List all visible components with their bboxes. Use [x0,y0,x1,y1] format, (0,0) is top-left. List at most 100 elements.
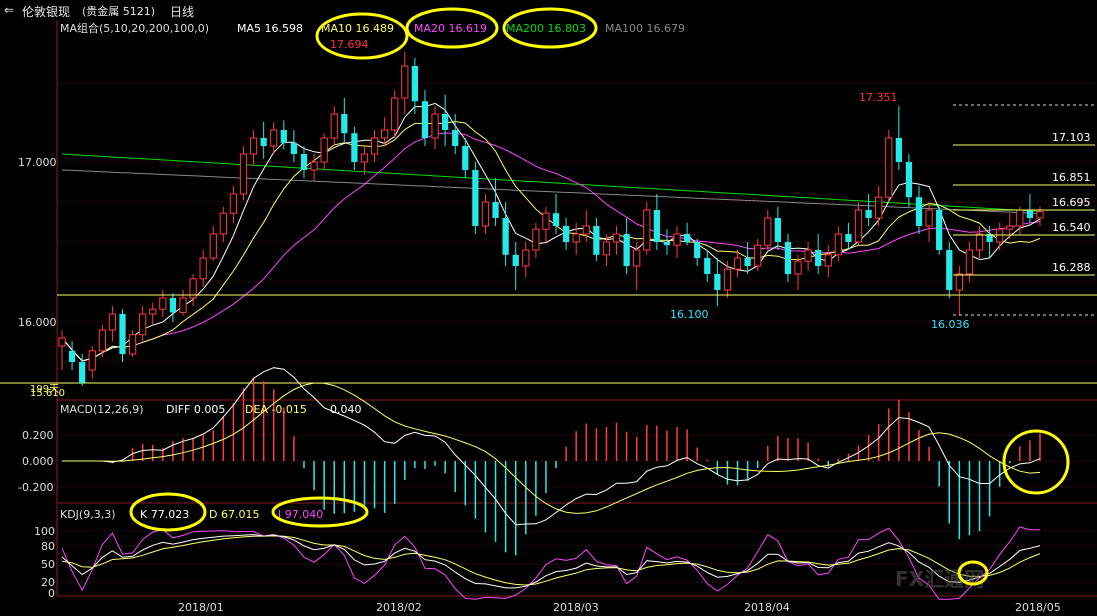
candle-up [330,113,338,139]
kdj-d-line [61,535,1041,586]
candle-up [98,329,106,352]
candle-up [875,196,883,219]
ma5-value: MA5 16.598 [237,22,303,35]
candle-up [996,228,1004,243]
candle-up [582,225,590,235]
candle-down [774,218,781,242]
candle-up [824,254,832,267]
kdj-k: K 77.023 [140,508,189,521]
candle-down [300,154,308,170]
candle-down [653,210,660,242]
highlight-circle-ma10 [315,12,409,60]
candle-down [784,242,792,274]
candle-down [744,258,751,266]
candle-down [562,226,570,242]
candle-up [532,228,540,251]
candle-down [421,101,429,138]
kdj-y-tick-100: 100 [34,525,55,538]
candle-up [381,129,389,139]
level-16288: 16.288 [1052,261,1091,274]
y-tick-16000: 16.000 [18,316,57,329]
candle-up [542,212,550,230]
kdj-j: J 97.040 [277,508,323,521]
candle-up [239,153,248,195]
highlight-circles [129,7,1070,586]
kdj-d: D 67.015 [209,508,259,521]
macd-diff-line [62,367,1041,526]
candle-up [391,97,399,131]
candle-down [1026,210,1034,218]
ma100-line [61,169,1041,214]
candle-down [915,197,923,226]
candle-down [79,362,86,383]
macd-y-tick-neg0200: -0.200 [18,481,53,494]
chart-labels: MA组合(5,10,20,200,100,0) MA5 16.598 MA10 … [18,21,1091,614]
candle-up [108,313,117,331]
candle-up [955,273,963,291]
candle-down [442,114,449,130]
x-tick-2018-02: 2018/02 [376,601,422,614]
candle-down [714,274,721,290]
candle-up [360,153,369,163]
candle-up [1036,211,1044,219]
candle-up [229,193,238,214]
kdj-y-tick-50: 50 [41,558,55,571]
candle-down [704,258,711,274]
candle-up [1016,209,1024,227]
candle-down [946,250,953,290]
candle-down [936,210,943,250]
candle-up [209,233,217,259]
candle-up [128,334,137,355]
candle-up [673,233,681,246]
candle-up [1006,225,1014,230]
candle-up [139,313,147,336]
candle-up [965,249,974,275]
level-16695: 16.695 [1052,196,1091,209]
candle-down [552,213,560,226]
candle-up [58,337,66,347]
candle-down [865,210,872,218]
ma20-value: MA20 16.619 [414,22,487,35]
candle-down [905,162,913,198]
kdj-label: KDJ(9,3,3) [60,508,116,521]
macd-value: 0.040 [330,403,362,416]
candle-up [199,257,207,280]
candle-up [925,209,933,227]
candle-up [804,249,812,262]
candle-up [885,137,893,198]
candle-up [219,212,227,235]
x-tick-2018-01: 2018/01 [178,601,224,614]
candle-up [431,113,439,139]
ma100-value: MA100 16.679 [605,22,685,35]
candle-up [88,350,96,371]
candle-down [341,114,348,134]
stock-chart[interactable]: MA组合(5,10,20,200,100,0) MA5 16.598 MA10 … [0,0,1097,616]
candle-down [502,218,509,255]
ma200-line [61,153,1041,212]
candle-up [401,65,409,99]
candle-down [68,350,76,362]
candle-up [481,201,490,227]
level-16540: 16.540 [1052,221,1091,234]
candle-down [593,226,600,255]
candle-down [492,202,499,218]
x-tick-2018-03: 2018/03 [553,601,599,614]
candle-up [270,129,278,147]
candle-up [733,257,742,270]
y-tick-17000: 17.000 [18,156,57,169]
candle-up [149,308,157,315]
watermark: FX汇通网 [895,567,984,591]
x-tick-2018-05: 2018/05 [1015,601,1061,614]
candle-up [320,137,328,163]
candle-down [683,234,691,242]
candle-up [612,233,621,243]
candle-down [663,242,671,246]
candle-up [633,249,641,267]
candle-down [694,242,701,258]
macd-y-tick-0200: 0.200 [22,429,54,442]
candle-up [834,233,842,256]
ma10-value: MA10 16.489 [321,22,394,35]
ma20-line [61,132,1041,362]
candle-up [179,297,187,313]
candle-up [370,137,379,155]
